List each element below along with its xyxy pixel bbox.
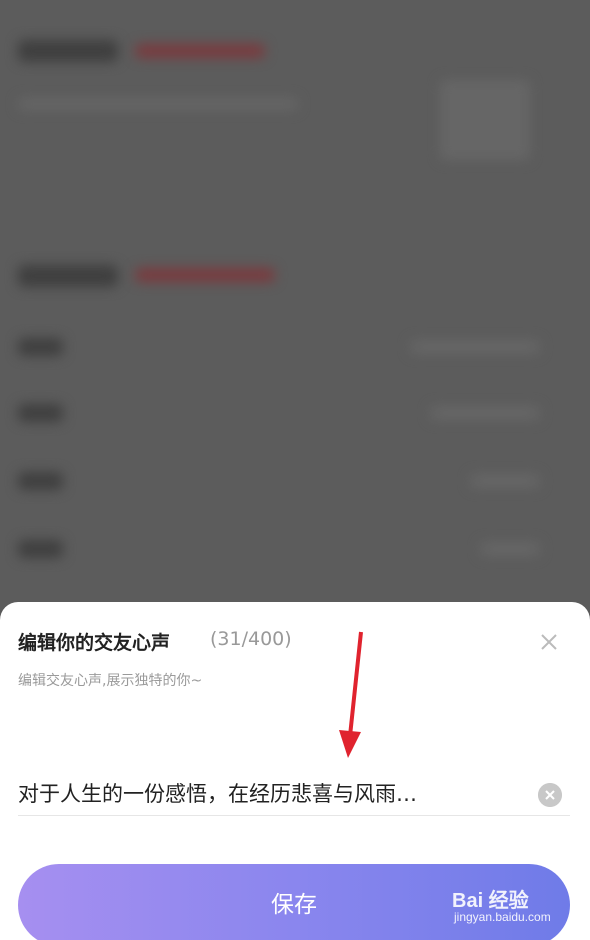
sheet-title: 编辑你的交友心声 [18, 632, 171, 654]
blurred-text [18, 98, 298, 110]
blurred-row-label [18, 404, 63, 422]
arrow-annotation [339, 631, 363, 758]
blurred-thumbnail [440, 80, 530, 160]
voice-input-value[interactable]: 对于人生的一份感悟，在经历悲喜与风雨… [18, 778, 518, 808]
character-count: (31/400) [210, 628, 292, 650]
watermark-url: jingyan.baidu.com [454, 910, 551, 924]
blurred-row-value [410, 340, 540, 354]
blurred-tag [135, 44, 265, 58]
clear-icon[interactable] [538, 783, 562, 807]
close-icon[interactable] [535, 628, 563, 656]
blurred-row-label [18, 338, 63, 356]
baidu-watermark: Bai 经验 jingyan.baidu.com [448, 880, 578, 930]
blurred-row-value [470, 474, 540, 488]
sheet-subtitle: 编辑交友心声,展示独特的你~ [18, 673, 203, 689]
blurred-row-label [18, 540, 63, 558]
background-page-overlay [0, 0, 590, 610]
blurred-section-heading [18, 265, 118, 287]
blurred-row-label [18, 472, 63, 490]
voice-input-field[interactable]: 对于人生的一份感悟，在经历悲喜与风雨… [18, 772, 570, 816]
blurred-row-value [430, 406, 540, 420]
blurred-row-value [480, 542, 540, 556]
watermark-logo: Bai 经验 [452, 890, 529, 912]
blurred-heading [18, 40, 118, 62]
blurred-section-tag [135, 268, 275, 282]
